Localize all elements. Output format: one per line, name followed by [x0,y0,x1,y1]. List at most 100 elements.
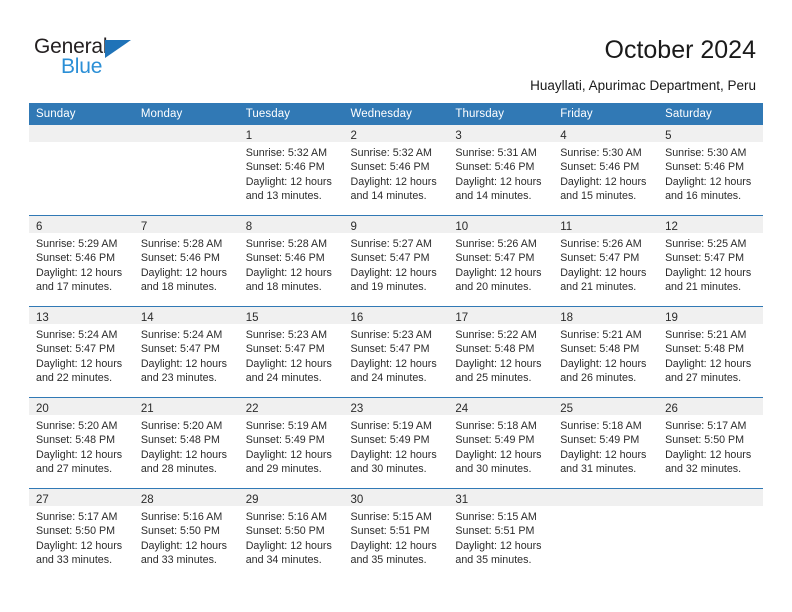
weekday-header-friday: Friday [553,103,659,125]
calendar-day-cell[interactable]: 28 Sunrise: 5:16 AM Sunset: 5:50 PM Dayligh… [133,489,239,579]
day-detail-line: and 21 minutes. [560,280,637,293]
calendar-day-cell[interactable]: 31 Sunrise: 5:15 AM Sunset: 5:51 PM Dayligh… [448,489,554,579]
day-detail-line: Sunrise: 5:16 AM [245,511,328,523]
day-detail-line: Sunset: 5:49 PM [245,434,325,447]
calendar-table: Sunday Monday Tuesday Wednesday Thursday Frid… [29,103,763,579]
day-detail-line: Daylight: 12 hours [140,266,227,279]
calendar-day-cell[interactable]: 25 Sunrise: 5:18 AM Sunset: 5:49 PM Dayligh… [553,398,659,488]
calendar-day-cell[interactable]: 1 Sunrise: 5:32 AM Sunset: 5:46 PM Daylight… [238,125,344,215]
calendar-day-cell[interactable]: 11 Sunrise: 5:26 AM Sunset: 5:47 PM Dayligh… [553,216,659,306]
day-detail-line: Daylight: 12 hours [140,357,227,370]
calendar-day-cell[interactable]: 16 Sunrise: 5:23 AM Sunset: 5:47 PM Dayligh… [343,307,449,397]
calendar-day-cell[interactable]: 15 Sunrise: 5:23 AM Sunset: 5:47 PM Dayligh… [238,307,344,397]
day-detail-lines: Sunrise: 5:26 AM Sunset: 5:47 PM Daylight:… [553,233,658,294]
day-detail-line: Daylight: 12 hours [245,266,332,279]
day-detail-line: Daylight: 12 hours [455,357,542,370]
day-detail-line: Daylight: 12 hours [560,357,647,370]
day-number-band: 29 [238,489,344,506]
calendar-day-cell[interactable]: 27 Sunrise: 5:17 AM Sunset: 5:50 PM Dayligh… [29,489,134,579]
calendar-day-cell[interactable]: 21 Sunrise: 5:20 AM Sunset: 5:48 PM Dayligh… [133,398,239,488]
day-detail-lines: Sunrise: 5:28 AM Sunset: 5:46 PM Daylight:… [134,233,239,294]
day-detail-line: Daylight: 12 hours [245,357,332,370]
calendar-day-cell[interactable]: 4 Sunrise: 5:30 AM Sunset: 5:46 PM Daylight… [553,125,659,215]
day-detail-line: and 30 minutes. [455,462,532,475]
day-detail-line: Sunrise: 5:32 AM [245,147,328,159]
day-detail-line: Sunset: 5:46 PM [36,252,116,265]
day-detail-line: Sunrise: 5:18 AM [455,420,537,432]
calendar-day-cell[interactable]: 18 Sunrise: 5:21 AM Sunset: 5:48 PM Dayligh… [553,307,659,397]
weekday-header-saturday: Saturday [658,103,763,125]
calendar-day-cell[interactable]: 20 Sunrise: 5:20 AM Sunset: 5:48 PM Dayligh… [29,398,134,488]
day-detail-lines: Sunrise: 5:29 AM Sunset: 5:46 PM Daylight:… [29,233,134,294]
day-detail-line: Sunset: 5:49 PM [350,434,430,447]
calendar-day-cell[interactable]: 5 Sunrise: 5:30 AM Sunset: 5:46 PM Daylight… [658,125,763,215]
day-detail-lines: Sunrise: 5:21 AM Sunset: 5:48 PM Daylight:… [553,324,658,385]
calendar-day-cell[interactable]: 12 Sunrise: 5:25 AM Sunset: 5:47 PM Dayligh… [658,216,763,306]
day-detail-line: Daylight: 12 hours [36,266,123,279]
day-number-band: 10 [448,216,554,233]
day-detail-line: Sunrise: 5:26 AM [560,238,642,250]
day-number: 10 [455,221,469,233]
calendar-day-cell[interactable]: 7 Sunrise: 5:28 AM Sunset: 5:46 PM Daylight… [133,216,239,306]
logo-text-blue: Blue [61,55,103,78]
day-detail-line: Sunset: 5:50 PM [665,434,745,447]
day-detail-lines: Sunrise: 5:30 AM Sunset: 5:46 PM Daylight:… [658,142,763,203]
day-detail-lines [29,142,134,146]
day-detail-line: Sunset: 5:47 PM [665,252,745,265]
day-number-band: 12 [658,216,763,233]
day-detail-line: Sunrise: 5:29 AM [36,238,118,250]
day-number-band: 7 [133,216,239,233]
day-detail-line: Daylight: 12 hours [350,539,437,552]
day-detail-line: and 26 minutes. [560,371,637,384]
day-detail-line: Daylight: 12 hours [36,357,123,370]
day-detail-line: Daylight: 12 hours [560,448,647,461]
calendar-day-cell[interactable]: 19 Sunrise: 5:21 AM Sunset: 5:48 PM Dayligh… [658,307,763,397]
calendar-day-cell[interactable]: 30 Sunrise: 5:15 AM Sunset: 5:51 PM Dayligh… [343,489,449,579]
day-number: 28 [140,494,154,506]
day-detail-lines [658,506,763,510]
calendar-day-cell[interactable]: 9 Sunrise: 5:27 AM Sunset: 5:47 PM Daylight… [343,216,449,306]
calendar-day-cell[interactable]: 26 Sunrise: 5:17 AM Sunset: 5:50 PM Dayligh… [658,398,763,488]
day-detail-line: Sunset: 5:47 PM [350,343,430,356]
day-detail-line: Sunset: 5:48 PM [36,434,116,447]
day-detail-lines: Sunrise: 5:20 AM Sunset: 5:48 PM Daylight:… [134,415,239,476]
day-number: 25 [560,403,574,415]
day-detail-line: Daylight: 12 hours [455,266,542,279]
day-detail-line: and 33 minutes. [140,553,217,566]
general-blue-logo[interactable]: General Blue [34,36,154,80]
calendar-day-cell[interactable]: 29 Sunrise: 5:16 AM Sunset: 5:50 PM Dayligh… [238,489,344,579]
calendar-day-cell[interactable]: 10 Sunrise: 5:26 AM Sunset: 5:47 PM Dayligh… [448,216,554,306]
day-detail-line: and 20 minutes. [455,280,532,293]
day-detail-line: Sunset: 5:46 PM [245,252,325,265]
day-detail-line: Sunset: 5:51 PM [350,525,430,538]
day-detail-line: Sunset: 5:47 PM [350,252,430,265]
day-detail-line: and 17 minutes. [36,280,113,293]
calendar-day-cell[interactable]: 17 Sunrise: 5:22 AM Sunset: 5:48 PM Dayligh… [448,307,554,397]
day-detail-line: Sunset: 5:46 PM [140,252,220,265]
calendar-day-cell[interactable]: 13 Sunrise: 5:24 AM Sunset: 5:47 PM Dayligh… [29,307,134,397]
day-number-band: 23 [343,398,449,415]
day-number-band: 19 [658,307,763,324]
calendar-day-cell[interactable]: 22 Sunrise: 5:19 AM Sunset: 5:49 PM Dayligh… [238,398,344,488]
day-detail-line: and 24 minutes. [245,371,322,384]
calendar-day-cell[interactable]: 14 Sunrise: 5:24 AM Sunset: 5:47 PM Dayligh… [133,307,239,397]
day-number-band [553,489,659,506]
day-number: 1 [245,130,253,142]
calendar-day-cell[interactable]: 6 Sunrise: 5:29 AM Sunset: 5:46 PM Daylight… [29,216,134,306]
calendar-day-cell[interactable]: 8 Sunrise: 5:28 AM Sunset: 5:46 PM Daylight… [238,216,344,306]
day-detail-line: and 15 minutes. [560,189,637,202]
day-detail-line: Daylight: 12 hours [245,175,332,188]
day-detail-line: Daylight: 12 hours [350,357,437,370]
day-number-band: 1 [238,125,344,142]
calendar-day-cell[interactable]: 24 Sunrise: 5:18 AM Sunset: 5:49 PM Dayligh… [448,398,554,488]
calendar-day-cell[interactable]: 2 Sunrise: 5:32 AM Sunset: 5:46 PM Daylight… [343,125,449,215]
day-number-band: 9 [343,216,449,233]
day-detail-lines: Sunrise: 5:23 AM Sunset: 5:47 PM Daylight:… [239,324,344,385]
calendar-day-cell-empty [29,125,134,215]
day-detail-line: Sunset: 5:50 PM [140,525,220,538]
day-detail-line: Sunset: 5:46 PM [665,161,745,174]
day-detail-line: Daylight: 12 hours [140,539,227,552]
calendar-day-cell[interactable]: 23 Sunrise: 5:19 AM Sunset: 5:49 PM Dayligh… [343,398,449,488]
day-number-band [658,489,763,506]
calendar-day-cell[interactable]: 3 Sunrise: 5:31 AM Sunset: 5:46 PM Daylight… [448,125,554,215]
